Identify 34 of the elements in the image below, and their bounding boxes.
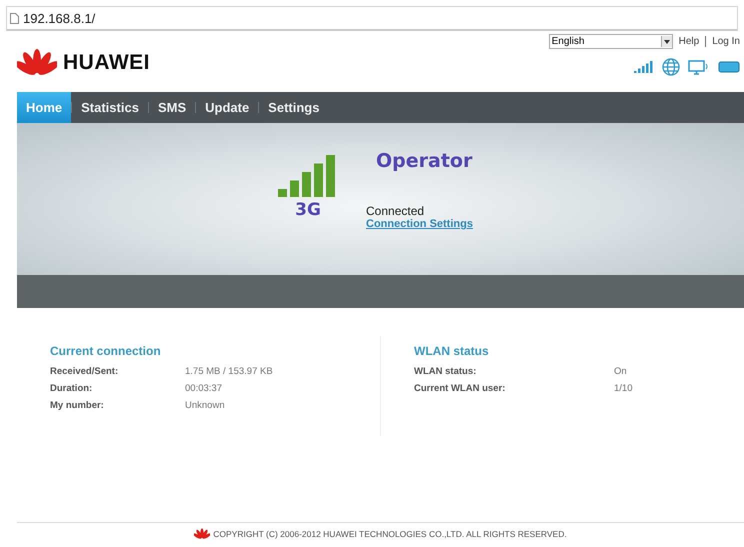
network-type: 3G [295, 200, 321, 220]
info-label: My number: [50, 400, 105, 411]
header-link[interactable]: Help [678, 36, 700, 47]
info-label: Duration: [50, 383, 94, 394]
copyright-text: COPYRIGHT (C) 2006-2012 HUAWEI TECHNOLOGIES CO.,LTD. ALL RIGHTS RESERVED. [213, 529, 567, 539]
info-value: 1/10 [614, 383, 634, 394]
nav-tab[interactable]: SMS [148, 92, 196, 123]
info-value: 00:03:37 [185, 383, 223, 394]
header-link[interactable]: Log In [712, 36, 740, 47]
section-title: Current connection [50, 344, 162, 358]
nav-tab[interactable]: Statistics [72, 92, 148, 123]
url-text: 192.168.8.1/ [23, 10, 96, 26]
info-value: On [614, 366, 628, 377]
battery-icon [718, 61, 740, 73]
info-label: WLAN status: [414, 366, 478, 377]
logo-icon [194, 528, 210, 540]
section-title: WLAN status [414, 344, 490, 358]
brand-name: HUAWEI [63, 51, 150, 75]
operator-name: Operator [376, 150, 473, 172]
language-select[interactable]: English [548, 34, 673, 49]
page-icon [10, 12, 19, 24]
nav-tab[interactable]: Update [196, 92, 258, 123]
monitor-icon [688, 60, 710, 74]
info-label: Current WLAN user: [414, 383, 506, 394]
logo-icon [17, 48, 57, 78]
connection-status: Connected [366, 204, 426, 218]
globe-icon [662, 58, 680, 76]
nav-tab[interactable]: Settings [259, 92, 328, 123]
signal-icon [634, 61, 654, 73]
info-label: Received/Sent: [50, 366, 120, 377]
info-value: 1.75 MB / 153.97 KB [185, 366, 274, 377]
caret-icon [664, 40, 670, 44]
info-value: Unknown [185, 400, 226, 411]
address-bar[interactable]: 192.168.8.1/ [6, 6, 738, 31]
